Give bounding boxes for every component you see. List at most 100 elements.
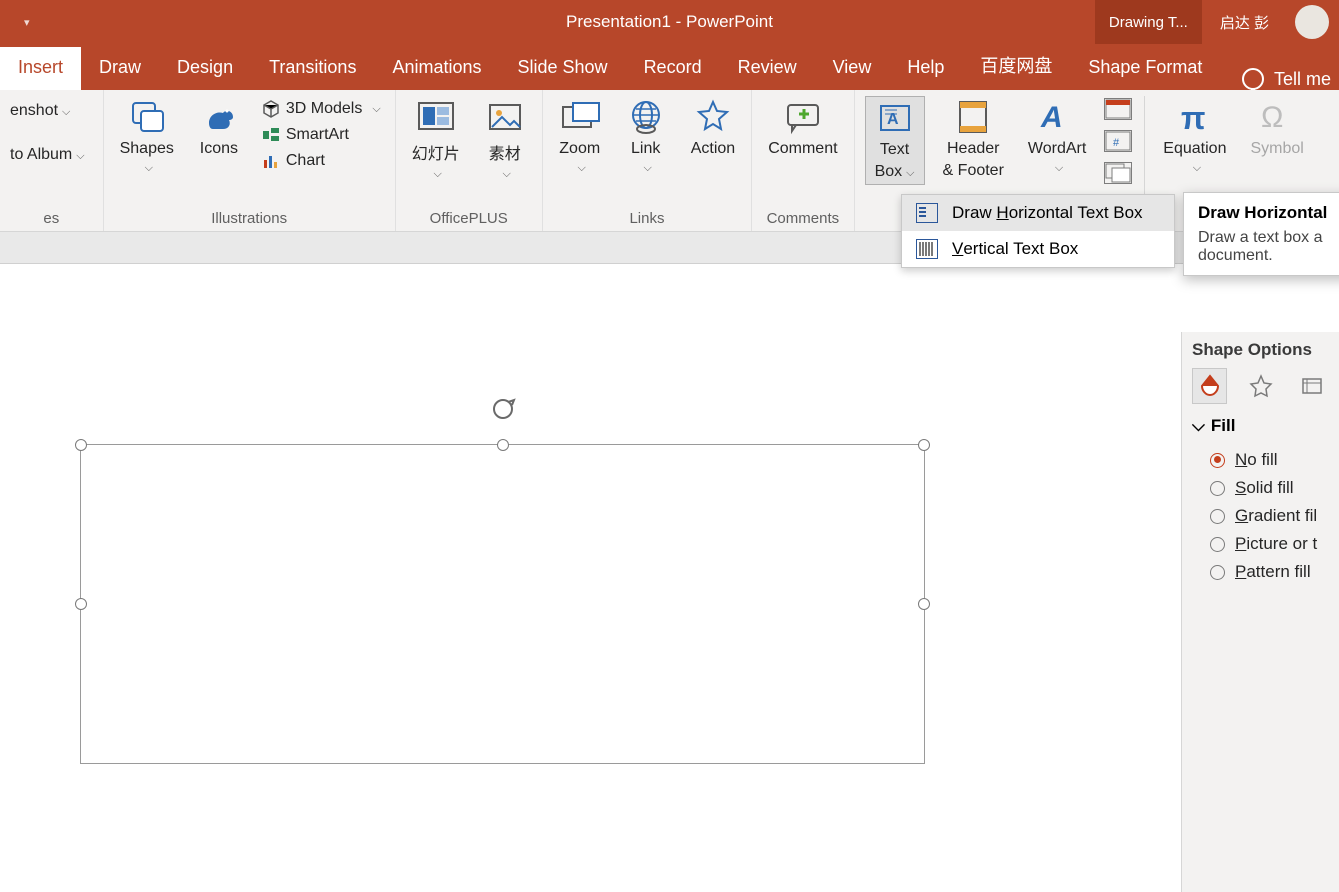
resize-handle-n[interactable] <box>497 439 509 451</box>
tooltip-body: Draw a text box a document. <box>1198 229 1339 265</box>
svg-text:Ω: Ω <box>1261 101 1283 134</box>
link-icon <box>625 98 667 136</box>
smartart-icon <box>262 126 280 144</box>
text-box-dropdown: Draw Horizontal Text Box Vertical Text B… <box>901 194 1175 268</box>
tab-slideshow[interactable]: Slide Show <box>500 47 626 90</box>
tell-me[interactable]: Tell me <box>1274 69 1331 90</box>
shapes-button[interactable]: Shapes ⌵ <box>114 96 180 177</box>
icons-button[interactable]: Icons <box>192 96 246 160</box>
wordart-icon: A <box>1036 98 1078 136</box>
header-footer-icon <box>952 98 994 136</box>
omega-icon: Ω <box>1256 98 1298 136</box>
group-label-illustrations: Illustrations <box>114 206 385 227</box>
text-box-icon: A <box>874 99 916 137</box>
chart-button[interactable]: Chart <box>258 150 385 172</box>
vertical-text-box[interactable]: Vertical Text Box <box>902 231 1174 267</box>
comment-button[interactable]: Comment <box>762 96 843 160</box>
screenshot-partial[interactable]: enshot⌵ <box>10 102 85 120</box>
resize-handle-e[interactable] <box>918 598 930 610</box>
pane-tab-shape-options[interactable]: Shape Options <box>1192 340 1329 360</box>
officeplus-materials-button[interactable]: 素材⌵ <box>478 96 532 183</box>
window-title: Presentation1 - PowerPoint <box>566 12 773 32</box>
3d-models-button[interactable]: 3D Models⌵ <box>258 98 385 120</box>
fill-option-picture[interactable]: Picture or t <box>1192 530 1329 558</box>
qat-customize-icon[interactable]: ▾ <box>24 16 30 29</box>
photo-album-partial[interactable]: to Album⌵ <box>10 146 85 164</box>
tab-animations[interactable]: Animations <box>374 47 499 90</box>
chart-icon <box>262 152 280 170</box>
size-tab-icon[interactable] <box>1294 368 1329 404</box>
draw-horizontal-text-box[interactable]: Draw Horizontal Text Box <box>902 195 1174 231</box>
contextual-tab-drawing-tools[interactable]: Drawing T... <box>1095 0 1202 44</box>
effects-tab-icon[interactable] <box>1243 368 1278 404</box>
fill-option-solid[interactable]: Solid fill <box>1192 474 1329 502</box>
user-name[interactable]: 启达 彭 <box>1220 12 1269 33</box>
svg-text:#: # <box>1113 137 1120 149</box>
tab-view[interactable]: View <box>815 47 890 90</box>
header-footer-button[interactable]: Header & Footer <box>937 96 1010 183</box>
radio-icon <box>1210 509 1225 524</box>
rotation-handle-icon[interactable] <box>489 395 517 423</box>
duck-icon <box>198 98 240 136</box>
symbol-button: Ω Symbol <box>1244 96 1309 160</box>
shapes-icon <box>126 98 168 136</box>
slide-number-icon[interactable]: # <box>1104 130 1132 152</box>
tab-insert[interactable]: Insert <box>0 47 81 90</box>
equation-button[interactable]: π Equation⌵ <box>1157 96 1232 177</box>
fill-option-no-fill[interactable]: No fill <box>1192 446 1329 474</box>
tooltip-title: Draw Horizontal <box>1198 203 1339 223</box>
date-time-icon[interactable] <box>1104 98 1132 120</box>
slide-canvas[interactable]: Shape Options ⌵ Fill No fill Solid fill … <box>0 264 1339 651</box>
selected-text-box[interactable] <box>80 444 925 764</box>
radio-icon <box>1210 453 1225 468</box>
zoom-icon <box>559 98 601 136</box>
lightbulb-icon <box>1242 68 1264 90</box>
title-bar: ▾ Presentation1 - PowerPoint Drawing T..… <box>0 0 1339 44</box>
tab-record[interactable]: Record <box>626 47 720 90</box>
tab-review[interactable]: Review <box>720 47 815 90</box>
fill-accordion[interactable]: ⌵ Fill <box>1192 416 1329 436</box>
chevron-down-icon: ⌵ <box>1192 416 1205 436</box>
tab-draw[interactable]: Draw <box>81 47 159 90</box>
tab-help[interactable]: Help <box>889 47 962 90</box>
svg-text:A: A <box>1040 101 1063 134</box>
slides-icon <box>415 98 457 136</box>
svg-text:π: π <box>1181 100 1206 135</box>
picture-icon <box>484 98 526 136</box>
comment-icon <box>782 98 824 136</box>
vertical-text-box-icon <box>916 239 938 259</box>
object-icon[interactable] <box>1104 162 1132 184</box>
radio-icon <box>1210 537 1225 552</box>
tab-transitions[interactable]: Transitions <box>251 47 374 90</box>
zoom-button[interactable]: Zoom⌵ <box>553 96 607 177</box>
chevron-down-icon: ⌵ <box>145 162 153 175</box>
action-star-icon <box>692 98 734 136</box>
resize-handle-w[interactable] <box>75 598 87 610</box>
radio-icon <box>1210 565 1225 580</box>
avatar[interactable] <box>1295 5 1329 39</box>
format-shape-pane: Shape Options ⌵ Fill No fill Solid fill … <box>1181 332 1339 892</box>
pi-icon: π <box>1174 98 1216 136</box>
smartart-button[interactable]: SmartArt <box>258 124 385 146</box>
group-label-officeplus: OfficePLUS <box>406 206 532 227</box>
tab-design[interactable]: Design <box>159 47 251 90</box>
resize-handle-ne[interactable] <box>918 439 930 451</box>
ribbon: enshot⌵ to Album⌵ es Shapes ⌵ Icons <box>0 90 1339 232</box>
group-label-comments: Comments <box>762 206 843 227</box>
fill-option-gradient[interactable]: Gradient fil <box>1192 502 1329 530</box>
link-button[interactable]: Link⌵ <box>619 96 673 177</box>
wordart-button[interactable]: A WordArt⌵ <box>1022 96 1092 177</box>
officeplus-slides-button[interactable]: 幻灯片⌵ <box>406 96 466 183</box>
tab-shape-format[interactable]: Shape Format <box>1070 47 1220 90</box>
group-label-images-partial: es <box>10 206 93 227</box>
text-box-button[interactable]: A Text Box⌵ <box>865 96 925 185</box>
tooltip: Draw Horizontal Draw a text box a docume… <box>1183 192 1339 276</box>
fill-option-pattern[interactable]: Pattern fill <box>1192 558 1329 586</box>
radio-icon <box>1210 481 1225 496</box>
cube-icon <box>262 100 280 118</box>
horizontal-text-box-icon <box>916 203 938 223</box>
action-button[interactable]: Action <box>685 96 741 160</box>
fill-line-tab-icon[interactable] <box>1192 368 1227 404</box>
resize-handle-nw[interactable] <box>75 439 87 451</box>
tab-baidu[interactable]: 百度网盘 <box>962 42 1070 90</box>
